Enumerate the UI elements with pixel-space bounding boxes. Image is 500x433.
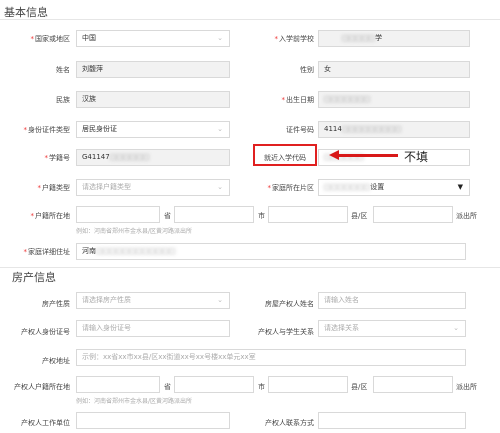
idtype-select[interactable]: 居民身份证 ⌄ [76, 121, 230, 138]
property-nature-label: 房产性质 [42, 300, 70, 308]
owner-id-label: 产权人身份证号 [21, 328, 70, 336]
owner-station-input[interactable] [373, 376, 453, 393]
chevron-down-icon: ⌄ [453, 324, 459, 332]
section-divider [0, 267, 500, 268]
hukou-county-input[interactable] [268, 206, 348, 223]
owner-name-label: 房屋产权人姓名 [265, 300, 314, 308]
prop-addr-label: 产权地址 [42, 357, 70, 365]
owner-work-input[interactable] [76, 412, 230, 429]
country-select[interactable]: 中国 ⌄ [76, 30, 230, 47]
property-nature-select[interactable]: 请选择房产性质 ⌄ [76, 292, 230, 309]
hukou-province-input[interactable] [76, 206, 160, 223]
birth-field: □□□□□□□ [318, 91, 470, 108]
idno-field: 4114□□□□□□□□□ [318, 121, 470, 138]
hukou-addr-label: *户籍所在地 [30, 212, 71, 220]
owner-city-input[interactable] [174, 376, 254, 393]
birth-label: *出生日期 [281, 96, 315, 104]
prop-addr-input[interactable]: 示例：xx省xx市xx县/区xx街道xx号xx号楼xx单元xx室 [76, 349, 466, 366]
gender-field: 女 [318, 61, 470, 78]
name-label: 姓名 [56, 66, 70, 74]
owner-hukou-label: 产权人户籍所在地 [14, 383, 70, 391]
owner-hukou-hint: 例如：河南省郑州市金水县/区黄河路派出所 [76, 398, 193, 405]
owner-county-input[interactable] [268, 376, 348, 393]
hukou-hint: 例如：河南省郑州市金水县/区黄河路派出所 [76, 228, 193, 235]
owner-province-input[interactable] [76, 376, 160, 393]
station-label: 派出所 [456, 383, 477, 391]
gender-label: 性别 [300, 66, 314, 74]
county-label: 县/区 [351, 383, 368, 391]
county-label: 县/区 [351, 212, 368, 220]
school-label: *入学前学校 [274, 35, 315, 43]
section-divider [0, 19, 500, 20]
relation-select[interactable]: 请选择关系 ⌄ [318, 320, 466, 337]
district-select[interactable]: □□□□□□□设置 ▼ [318, 179, 470, 196]
basic-info-title: 基本信息 [4, 6, 48, 19]
nearby-code-input[interactable]: □□□□□□ [318, 149, 470, 166]
annotation-text: 不填 [404, 150, 429, 164]
owner-name-input[interactable]: 请输入姓名 [318, 292, 466, 309]
studentno-label: *学籍号 [44, 154, 71, 162]
idno-label: 证件号码 [286, 126, 314, 134]
idtype-label: *身份证件类型 [23, 126, 71, 134]
hukou-station-input[interactable] [373, 206, 453, 223]
owner-id-input[interactable]: 请输入身份证号 [76, 320, 230, 337]
nearby-code-label: 就近入学代码 [264, 154, 306, 162]
studentno-field: G41147□□□□□□ [76, 149, 230, 166]
name-field: 刘馥萍 [76, 61, 230, 78]
arrow-left-icon [329, 150, 339, 160]
province-label: 省 [164, 212, 171, 220]
chevron-down-icon: ⌄ [217, 34, 223, 42]
hukou-city-input[interactable] [174, 206, 254, 223]
hukou-type-select[interactable]: 请选择户籍类型 ⌄ [76, 179, 230, 196]
property-info-title: 房产信息 [12, 271, 56, 284]
ethnicity-label: 民族 [56, 96, 70, 104]
chevron-down-icon: ⌄ [217, 183, 223, 191]
owner-phone-label: 产权人联系方式 [265, 419, 314, 427]
ethnicity-field: 汉族 [76, 91, 230, 108]
station-label: 派出所 [456, 212, 477, 220]
school-field: □□□□□学 [318, 30, 470, 47]
hukou-type-label: *户籍类型 [37, 184, 71, 192]
city-label: 市 [258, 212, 265, 220]
home-addr-label: *家庭详细住址 [23, 248, 71, 256]
relation-label: 产权人与学生关系 [258, 328, 314, 336]
caret-down-icon: ▼ [457, 183, 463, 191]
owner-work-label: 产权人工作单位 [21, 419, 70, 427]
chevron-down-icon: ⌄ [217, 125, 223, 133]
chevron-down-icon: ⌄ [217, 296, 223, 304]
province-label: 省 [164, 383, 171, 391]
city-label: 市 [258, 383, 265, 391]
district-label: *家庭所在片区 [267, 184, 315, 192]
owner-phone-input[interactable] [318, 412, 466, 429]
annotation-arrow [338, 154, 398, 157]
country-label: *国家或地区 [30, 35, 71, 43]
home-addr-input[interactable]: 河南□□□□□□□□□□□□ [76, 243, 466, 260]
